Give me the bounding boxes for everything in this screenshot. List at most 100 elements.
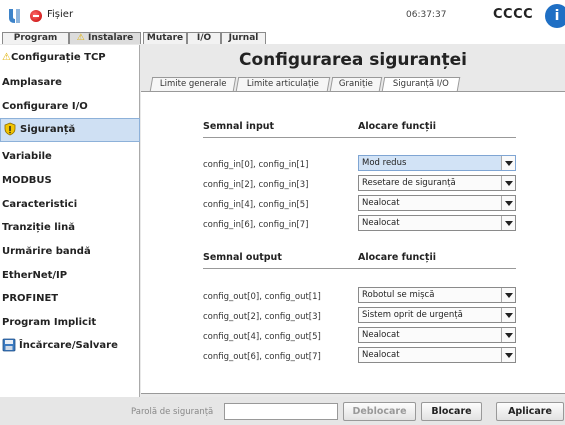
input-signal-header: Semnal input <box>203 121 275 132</box>
input-function-select[interactable]: Mod redus <box>358 155 516 171</box>
output-header-divider <box>203 268 516 269</box>
tab-instalare[interactable]: ⚠ Instalare <box>69 32 141 44</box>
unlock-button[interactable]: Deblocare <box>343 402 416 421</box>
sidebar-item-profinet[interactable]: PROFINET <box>0 288 140 310</box>
tab-io[interactable]: I/O <box>187 32 221 44</box>
input-function-select[interactable]: Resetare de siguranță <box>358 175 516 191</box>
select-value: Sistem oprit de urgență <box>362 310 463 320</box>
output-signal-label: config_out[0], config_out[1] <box>203 292 321 302</box>
sidebar-item-siguranta[interactable]: Siguranță <box>0 118 140 142</box>
subtab-label: Siguranță I/O <box>392 79 449 89</box>
sidebar-item-configuratie-tcp[interactable]: ⚠Configurație TCP <box>0 47 140 69</box>
chevron-down-icon[interactable] <box>501 156 515 170</box>
input-signal-label: config_in[6], config_in[7] <box>203 220 309 230</box>
subtab-granitie[interactable]: Graniție <box>329 77 383 91</box>
top-bar: Fișier 06:37:37 CCCC i <box>0 0 565 32</box>
subtab-label: Limite generale <box>159 79 227 89</box>
warning-icon: ⚠ <box>76 33 85 43</box>
select-value: Nealocat <box>362 218 400 228</box>
sidebar-item-label: MODBUS <box>2 175 52 186</box>
subtab-limite-articulatie[interactable]: Limite articulație <box>235 77 331 91</box>
input-header-divider <box>203 137 516 138</box>
subtab-label: Graniție <box>338 79 373 89</box>
tab-instalare-label: Instalare <box>88 33 134 43</box>
sidebar-item-label: Tranziție lină <box>2 222 75 233</box>
subtab-siguranta-io[interactable]: Siguranță I/O <box>381 77 461 91</box>
select-value: Nealocat <box>362 198 400 208</box>
output-signal-label: config_out[6], config_out[7] <box>203 352 321 362</box>
select-value: Mod redus <box>362 158 407 168</box>
warning-icon: ⚠ <box>2 52 11 63</box>
sidebar-item-urmarire-banda[interactable]: Urmărire bandă <box>0 241 140 263</box>
select-value: Robotul se mișcă <box>362 290 435 300</box>
subtab-label: Limite articulație <box>246 79 319 89</box>
sidebar-item-variabile[interactable]: Variabile <box>0 146 140 168</box>
chevron-down-icon[interactable] <box>501 328 515 342</box>
sidebar-item-label: Siguranță <box>20 124 76 135</box>
subtab-limite-generale[interactable]: Limite generale <box>149 77 237 91</box>
password-label: Parolă de siguranță <box>131 407 214 417</box>
sidebar-item-label: Caracteristici <box>2 199 78 210</box>
sidebar-item-incarcare-salvare[interactable]: Încărcare/Salvare <box>0 335 140 357</box>
chevron-down-icon[interactable] <box>501 196 515 210</box>
info-icon[interactable]: i <box>545 4 565 28</box>
file-power-icon[interactable] <box>30 10 42 22</box>
shield-warning-icon <box>4 122 16 136</box>
output-function-select[interactable]: Sistem oprit de urgență <box>358 307 516 323</box>
page-title: Configurarea siguranței <box>239 50 467 70</box>
tab-jurnal[interactable]: Jurnal <box>221 32 266 44</box>
input-function-header: Alocare funcții <box>358 121 436 132</box>
tab-program[interactable]: Program <box>2 32 69 44</box>
main-panel: Configurarea siguranței Limite generale … <box>141 45 565 397</box>
tab-program-label: Program <box>13 33 58 43</box>
select-value: Resetare de siguranță <box>362 178 456 188</box>
chevron-down-icon[interactable] <box>501 216 515 230</box>
input-signal-label: config_in[2], config_in[3] <box>203 180 309 190</box>
bottom-bar: Parolă de siguranță Deblocare Blocare Ap… <box>0 397 565 425</box>
chevron-down-icon[interactable] <box>501 288 515 302</box>
apply-button[interactable]: Aplicare <box>496 402 564 421</box>
input-signal-label: config_in[4], config_in[5] <box>203 200 309 210</box>
safety-io-content: Semnal input Alocare funcții config_in[0… <box>141 92 565 394</box>
sidebar-item-label: Program Implicit <box>2 317 97 328</box>
tab-jurnal-label: Jurnal <box>228 33 259 43</box>
sidebar-item-label: PROFINET <box>2 293 59 304</box>
output-function-select[interactable]: Nealocat <box>358 347 516 363</box>
safety-password-input[interactable] <box>224 403 338 420</box>
sidebar-item-program-implicit[interactable]: Program Implicit <box>0 312 140 334</box>
save-icon <box>2 338 16 352</box>
sidebar-item-configurare-io[interactable]: Configurare I/O <box>0 96 140 118</box>
input-function-select[interactable]: Nealocat <box>358 195 516 211</box>
sidebar-item-label: Amplasare <box>2 77 62 88</box>
select-value: Nealocat <box>362 330 400 340</box>
output-function-select[interactable]: Robotul se mișcă <box>358 287 516 303</box>
tab-mutare[interactable]: Mutare <box>143 32 187 44</box>
chevron-down-icon[interactable] <box>501 348 515 362</box>
sidebar-item-tranzitie-lina[interactable]: Tranziție lină <box>0 217 140 239</box>
sidebar-item-caracteristici[interactable]: Caracteristici <box>0 194 140 216</box>
sidebar-item-label: Configurare I/O <box>2 101 88 112</box>
input-signal-label: config_in[0], config_in[1] <box>203 160 309 170</box>
sidebar-item-ethernet-ip[interactable]: EtherNet/IP <box>0 265 140 287</box>
robot-name: CCCC <box>493 7 534 22</box>
file-menu[interactable]: Fișier <box>47 9 73 20</box>
sidebar-item-label: Variabile <box>2 151 52 162</box>
sidebar-item-label: Urmărire bandă <box>2 246 91 257</box>
select-value: Nealocat <box>362 350 400 360</box>
chevron-down-icon[interactable] <box>501 308 515 322</box>
lock-button[interactable]: Blocare <box>421 402 482 421</box>
sidebar-item-modbus[interactable]: MODBUS <box>0 170 140 192</box>
tab-mutare-label: Mutare <box>146 33 184 43</box>
chevron-down-icon[interactable] <box>501 176 515 190</box>
output-signal-header: Semnal output <box>203 252 282 263</box>
output-signal-label: config_out[2], config_out[3] <box>203 312 321 322</box>
sidebar-item-label: Încărcare/Salvare <box>19 340 118 351</box>
output-function-select[interactable]: Nealocat <box>358 327 516 343</box>
ur-logo-icon <box>9 9 20 23</box>
sidebar: ⚠Configurație TCP Amplasare Configurare … <box>0 45 140 397</box>
tab-io-label: I/O <box>196 33 212 43</box>
output-signal-label: config_out[4], config_out[5] <box>203 332 321 342</box>
input-function-select[interactable]: Nealocat <box>358 215 516 231</box>
clock: 06:37:37 <box>406 10 447 20</box>
sidebar-item-amplasare[interactable]: Amplasare <box>0 72 140 94</box>
